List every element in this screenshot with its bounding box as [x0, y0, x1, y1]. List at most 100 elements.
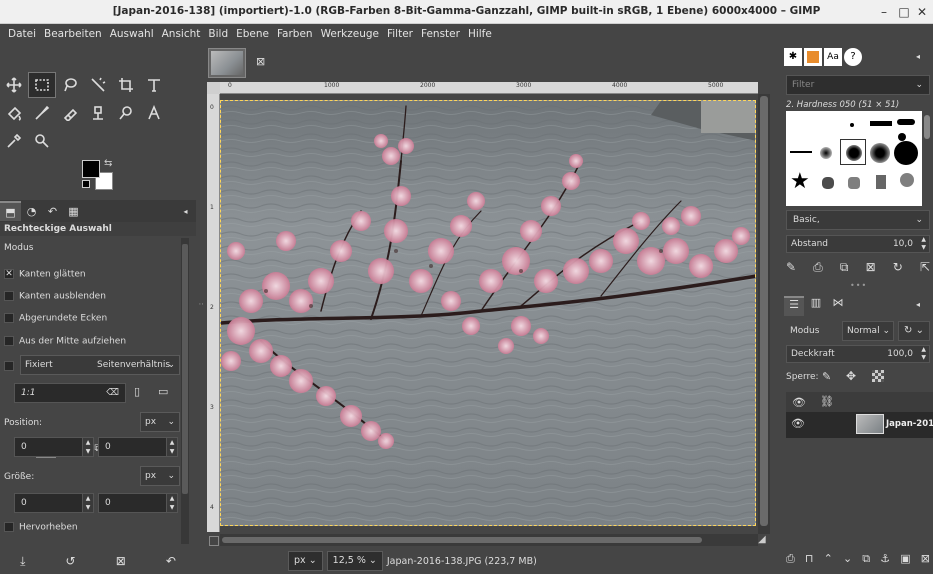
fixed-mode-select[interactable]: Fixiert Seitenverhältnis ⌄	[20, 355, 180, 375]
rounded-checkbox[interactable]	[4, 313, 14, 323]
highlight-checkbox[interactable]	[4, 522, 14, 532]
quick-mask-icon[interactable]	[209, 536, 219, 546]
position-x-spinner[interactable]: ▲ ▼	[82, 437, 94, 457]
delete-preset-icon[interactable]: ⊠	[116, 554, 126, 568]
reset-colors-icon[interactable]	[82, 180, 90, 188]
menu-view[interactable]: Ansicht	[158, 28, 205, 40]
feather-option[interactable]: Kanten ausblenden	[4, 291, 106, 302]
menu-filters[interactable]: Filter	[383, 28, 417, 40]
canvas-vertical-scrollbar-thumb[interactable]	[760, 96, 768, 526]
channels-tab-icon[interactable]: ▥	[806, 296, 826, 316]
menu-image[interactable]: Bild	[204, 28, 232, 40]
landscape-icon[interactable]: ▭	[158, 385, 168, 398]
vertical-ruler[interactable]: 0 1 2 3 4	[207, 94, 220, 532]
center-checkbox[interactable]	[4, 336, 14, 346]
text-tool-icon[interactable]	[140, 72, 168, 98]
dock-menu-icon[interactable]: ◂	[175, 201, 196, 221]
images-tab-icon[interactable]: ▦	[63, 201, 84, 221]
canvas-horizontal-scrollbar-thumb[interactable]	[222, 537, 702, 543]
brush-scrollbar-thumb[interactable]	[924, 115, 930, 139]
anchor-layer-icon[interactable]: ⚓	[880, 552, 890, 570]
fonts-tab-icon[interactable]: Aa	[824, 48, 842, 66]
horizontal-ruler[interactable]: 0 1000 2000 3000 4000 5000	[220, 82, 758, 94]
dock-menu-icon[interactable]: ◂	[916, 52, 920, 61]
close-tab-icon[interactable]: ⊠	[256, 55, 265, 68]
layer-name[interactable]: Japan-2016	[886, 419, 933, 429]
reset-options-icon[interactable]: ↶	[166, 554, 176, 568]
clone-tool-icon[interactable]	[84, 100, 112, 126]
fixed-option[interactable]	[4, 361, 19, 372]
eraser-tool-icon[interactable]	[56, 100, 84, 126]
move-tool-icon[interactable]	[0, 72, 28, 98]
highlight-option[interactable]: Hervorheben	[4, 522, 78, 533]
lock-position-icon[interactable]: ✥	[846, 369, 856, 383]
layer-visibility-icon[interactable]: 👁	[791, 417, 805, 430]
brush-grid[interactable]: ★	[786, 111, 922, 206]
paths-tool-icon[interactable]	[140, 100, 168, 126]
layer-row[interactable]: 👁 Japan-2016	[786, 412, 933, 438]
layer-mode-select[interactable]: Normal ⌄	[842, 321, 894, 341]
delete-layer-icon[interactable]: ⊠	[921, 552, 930, 570]
duplicate-brush-icon[interactable]: ⧉	[840, 260, 849, 278]
brush-preview[interactable]	[822, 177, 834, 189]
rect-select-tool-icon[interactable]	[28, 72, 56, 98]
maximize-icon[interactable]: □	[896, 4, 912, 20]
brush-preview[interactable]	[870, 143, 890, 163]
layer-composite-icon[interactable]: ↻ ⌄	[898, 321, 930, 341]
brush-preset-select[interactable]: Basic, ⌄	[786, 210, 930, 230]
tool-options-tab-icon[interactable]: ⬒	[0, 201, 21, 221]
selected-brush[interactable]	[840, 139, 866, 165]
menu-help[interactable]: Hilfe	[464, 28, 496, 40]
spacing-slider[interactable]: Abstand 10,0 ▲ ▼	[786, 235, 930, 253]
menu-file[interactable]: Datei	[4, 28, 40, 40]
color-picker-icon[interactable]	[0, 128, 28, 154]
brush-preview[interactable]	[848, 177, 860, 189]
antialias-checkbox[interactable]: ✕	[4, 269, 14, 279]
size-width-input[interactable]: 0	[14, 493, 84, 513]
brush-preview[interactable]	[790, 151, 812, 153]
brush-preview[interactable]	[894, 141, 918, 165]
position-x-input[interactable]: 0	[14, 437, 84, 457]
dock-menu-icon[interactable]: ◂	[916, 300, 920, 309]
save-preset-icon[interactable]: ⤓	[20, 554, 25, 569]
swap-colors-icon[interactable]: ⇆	[104, 158, 112, 169]
duplicate-layer-icon[interactable]: ⧉	[862, 552, 870, 570]
spacing-spinner[interactable]: ▲ ▼	[921, 236, 926, 252]
new-layer-group-icon[interactable]: ⊓	[805, 552, 814, 570]
expand-from-center-option[interactable]: Aus der Mitte aufziehen	[4, 336, 126, 347]
size-width-spinner[interactable]: ▲ ▼	[82, 493, 94, 513]
patterns-tab-icon[interactable]	[804, 48, 822, 66]
device-status-tab-icon[interactable]: ◔	[21, 201, 42, 221]
menu-edit[interactable]: Bearbeiten	[40, 28, 106, 40]
raise-layer-icon[interactable]: ⌃	[824, 552, 833, 570]
size-height-input[interactable]: 0	[98, 493, 168, 513]
brush-preview[interactable]	[900, 173, 914, 187]
undo-history-tab-icon[interactable]: ↶	[42, 201, 63, 221]
opacity-spinner[interactable]: ▲ ▼	[921, 346, 926, 362]
fixed-checkbox[interactable]	[4, 361, 14, 371]
help-tab-icon[interactable]: ?	[844, 48, 862, 66]
mask-layer-icon[interactable]: ▣	[900, 552, 910, 570]
dodge-tool-icon[interactable]	[112, 100, 140, 126]
fuzzy-select-tool-icon[interactable]	[84, 72, 112, 98]
position-y-input[interactable]: 0	[98, 437, 168, 457]
brush-preview[interactable]	[870, 121, 892, 126]
size-unit-select[interactable]: px ⌄	[140, 466, 180, 486]
portrait-icon[interactable]: ▯	[134, 385, 140, 398]
crop-tool-icon[interactable]	[112, 72, 140, 98]
restore-preset-icon[interactable]: ↺	[66, 554, 76, 568]
delete-brush-icon[interactable]: ⊠	[866, 260, 876, 278]
new-brush-icon[interactable]: ⎙	[813, 260, 823, 278]
navigate-icon[interactable]: ◢	[758, 534, 770, 546]
brush-to-image-icon[interactable]: ⇱	[920, 260, 930, 278]
new-layer-icon[interactable]: ⎙	[786, 552, 795, 570]
lock-pixels-icon[interactable]: ✎	[822, 370, 831, 383]
brush-preview[interactable]	[898, 133, 906, 141]
image-canvas[interactable]	[220, 100, 756, 526]
tool-options-scrollbar-thumb[interactable]	[182, 244, 188, 494]
brush-filter-input[interactable]: Filter ⌄	[786, 75, 930, 95]
paint-bucket-icon[interactable]	[0, 100, 28, 126]
antialias-option[interactable]: ✕ Kanten glätten	[4, 269, 86, 280]
edit-brush-icon[interactable]: ✎	[786, 260, 796, 278]
brush-preview[interactable]	[876, 175, 886, 189]
